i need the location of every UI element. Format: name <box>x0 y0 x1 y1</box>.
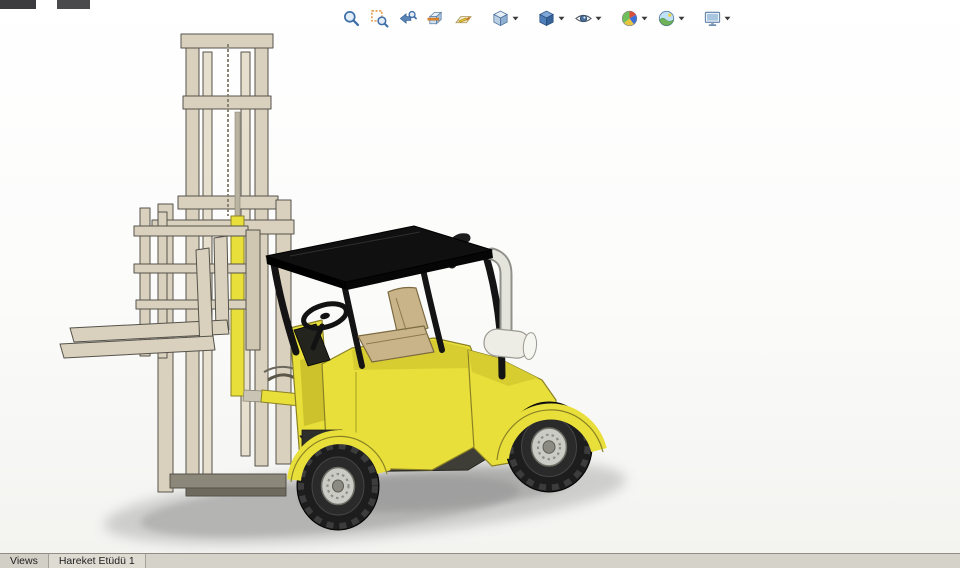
apply-scene-icon <box>657 9 676 28</box>
section-view-button[interactable] <box>422 6 449 31</box>
hide-show-items-icon <box>574 9 593 28</box>
tab-motion-study-1[interactable]: Hareket Etüdü 1 <box>49 554 146 568</box>
toolbar-separator <box>478 8 486 28</box>
display-style-icon <box>537 9 556 28</box>
view-orientation-icon <box>491 9 510 28</box>
view-orientation-button[interactable] <box>487 6 523 31</box>
muffler[interactable] <box>483 328 538 360</box>
window-chrome-fragment <box>0 0 36 9</box>
graphics-area[interactable] <box>0 0 960 553</box>
display-style-button[interactable] <box>533 6 569 31</box>
3d-drawing-view-button[interactable] <box>450 6 477 31</box>
chevron-down-icon[interactable] <box>512 16 519 21</box>
tab-bar-empty <box>146 554 960 568</box>
motion-study-tab-bar: Views Hareket Etüdü 1 <box>0 553 960 568</box>
tab-views[interactable]: Views <box>0 554 49 568</box>
hide-show-items-button[interactable] <box>570 6 606 31</box>
chevron-down-icon[interactable] <box>641 16 648 21</box>
window-chrome-fragment <box>57 0 90 9</box>
edit-appearance-button[interactable] <box>616 6 652 31</box>
apply-scene-button[interactable] <box>653 6 689 31</box>
previous-view-button[interactable] <box>394 6 421 31</box>
chevron-down-icon[interactable] <box>595 16 602 21</box>
forklift-model[interactable] <box>60 34 603 530</box>
view-settings-button[interactable] <box>699 6 735 31</box>
view-settings-icon <box>703 9 722 28</box>
edit-appearance-icon <box>620 9 639 28</box>
3d-drawing-view-icon <box>454 9 473 28</box>
seat[interactable] <box>358 288 434 363</box>
zoom-to-fit-icon <box>342 9 361 28</box>
viewport-3d[interactable] <box>0 0 960 553</box>
zoom-to-area-icon <box>370 9 389 28</box>
previous-view-icon <box>398 9 417 28</box>
section-view-icon <box>426 9 445 28</box>
zoom-to-area-button[interactable] <box>366 6 393 31</box>
toolbar-separator <box>690 8 698 28</box>
chevron-down-icon[interactable] <box>724 16 731 21</box>
chevron-down-icon[interactable] <box>558 16 565 21</box>
zoom-to-fit-button[interactable] <box>338 6 365 31</box>
tab-views-label: Views <box>10 555 38 567</box>
tab-motion-study-1-label: Hareket Etüdü 1 <box>59 555 135 567</box>
toolbar-separator <box>524 8 532 28</box>
heads-up-view-toolbar <box>338 5 735 31</box>
toolbar-separator <box>607 8 615 28</box>
chevron-down-icon[interactable] <box>678 16 685 21</box>
